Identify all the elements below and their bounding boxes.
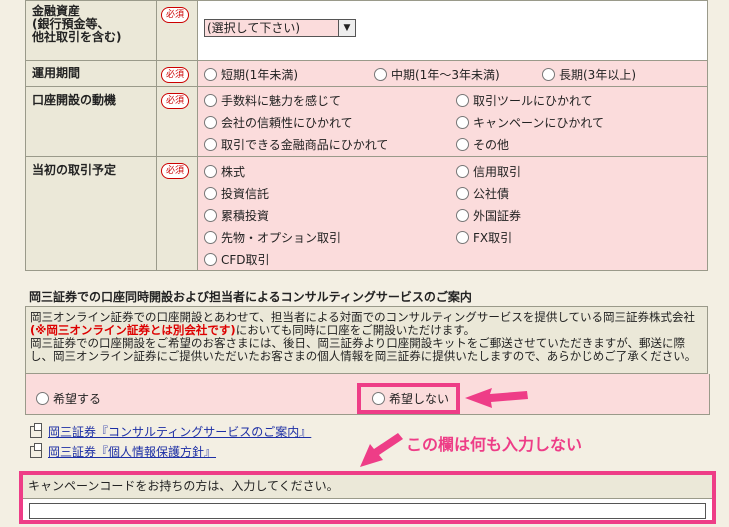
- annotation-arrows: [360, 388, 528, 467]
- arrow-to-campaign-icon: [360, 433, 403, 467]
- arrow-to-no-option-icon: [465, 388, 528, 408]
